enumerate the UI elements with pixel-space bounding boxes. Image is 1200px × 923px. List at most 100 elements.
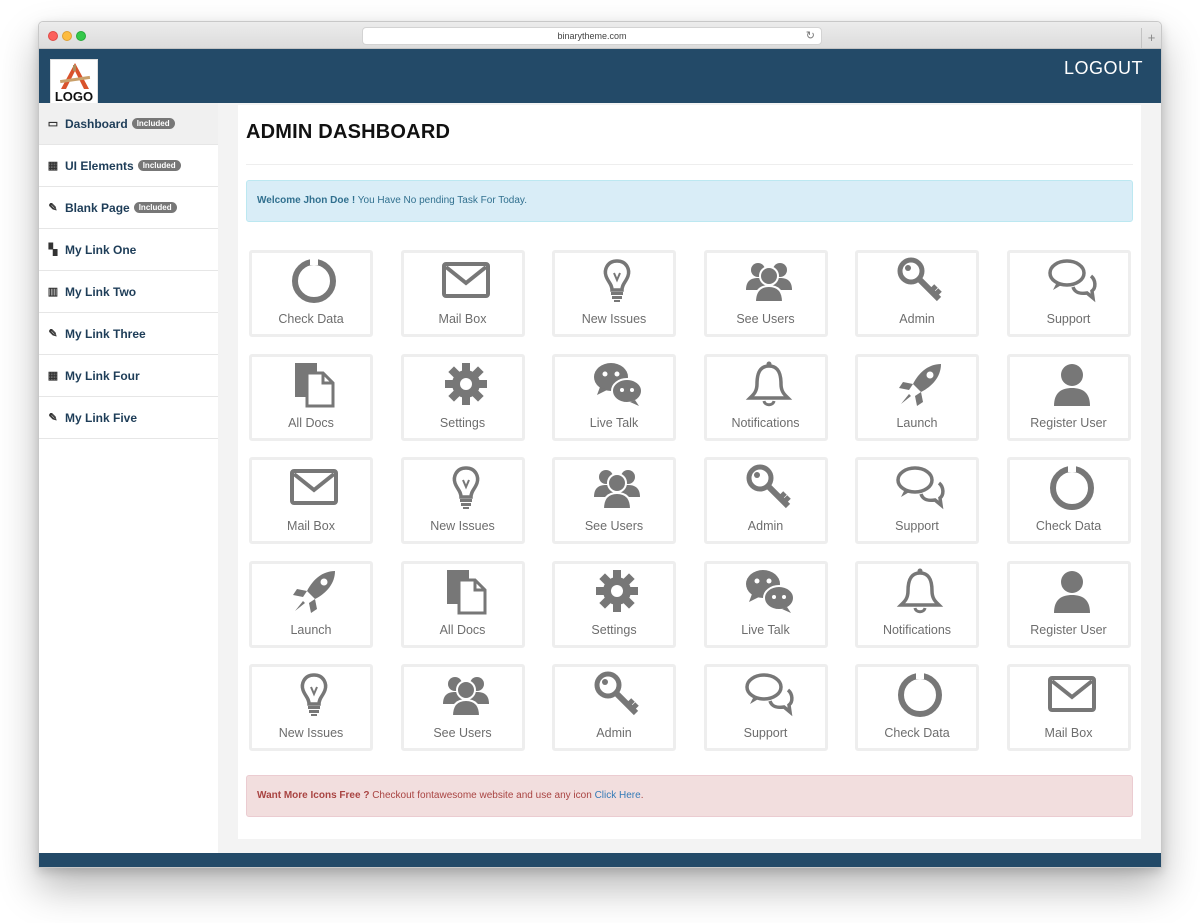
users-icon	[745, 263, 792, 303]
tile-label: Register User	[1030, 622, 1107, 637]
welcome-text: You Have No pending Task For Today.	[357, 195, 527, 206]
tile-support[interactable]: Support	[1006, 250, 1131, 337]
tile-label: New Issues	[278, 726, 344, 740]
user-icon	[1053, 570, 1090, 613]
tile-admin[interactable]: Admin	[552, 664, 676, 751]
tile-admin[interactable]: Admin	[703, 457, 828, 544]
tile-mail-box[interactable]: Mail Box	[249, 457, 373, 544]
comments-icon	[1047, 259, 1097, 303]
sidebar-item-label: My Link Two	[65, 284, 137, 299]
tile-check-data[interactable]: Check Data	[855, 664, 979, 751]
sidebar-item-label: Dashboard	[65, 116, 128, 131]
tile-label: Settings	[439, 415, 486, 430]
url-text: binarytheme.com	[557, 31, 627, 41]
minimize-window-button[interactable]	[62, 31, 72, 41]
sidebar-item-my-link-two[interactable]: ▥ My Link Two	[39, 271, 218, 313]
tile-new-issues[interactable]: New Issues	[249, 664, 373, 751]
bar-chart-icon: ▥	[47, 286, 59, 298]
tile-launch[interactable]: Launch	[249, 560, 373, 648]
tile-support[interactable]: Support	[703, 664, 828, 751]
sidebar-item-dashboard[interactable]: ▭ Dashboard Included	[39, 103, 218, 145]
tile-live-talk[interactable]: Live Talk	[703, 560, 828, 648]
included-badge: Included	[133, 202, 177, 213]
logo[interactable]: LOGO	[50, 59, 98, 105]
tile-label: New Issues	[581, 312, 647, 326]
circle-notch-icon	[292, 256, 336, 303]
welcome-alert: Welcome Jhon Doe ! You Have No pending T…	[246, 180, 1133, 222]
tile-mail-box[interactable]: Mail Box	[1006, 664, 1131, 751]
tile-label: Support	[895, 519, 939, 533]
tile-see-users[interactable]: See Users	[400, 664, 525, 751]
zoom-window-button[interactable]	[76, 31, 86, 41]
sidebar-item-my-link-five[interactable]: ✎ My Link Five	[39, 397, 218, 439]
tile-live-talk[interactable]: Live Talk	[552, 353, 676, 441]
tile-mail-box[interactable]: Mail Box	[400, 250, 525, 337]
address-bar[interactable]: binarytheme.com ↻	[362, 27, 822, 45]
envelope-icon	[290, 469, 338, 505]
sidebar-item-label: Blank Page	[65, 200, 130, 215]
comments-icon	[896, 466, 945, 510]
sidebar-item-ui-elements[interactable]: ▦ UI Elements Included	[39, 145, 218, 187]
tile-new-issues[interactable]: New Issues	[400, 457, 525, 544]
tile-settings[interactable]: Settings	[552, 560, 676, 648]
files-icon	[446, 569, 486, 614]
tile-register-user[interactable]: Register User	[1006, 560, 1131, 648]
key-icon	[594, 671, 639, 716]
files-icon	[295, 362, 335, 407]
tile-settings[interactable]: Settings	[400, 353, 525, 441]
logo-icon	[60, 63, 91, 89]
tile-label: Live Talk	[589, 415, 639, 430]
sidebar-item-label: My Link Five	[65, 410, 138, 425]
tile-launch[interactable]: Launch	[855, 353, 979, 441]
reload-icon[interactable]: ↻	[806, 28, 815, 44]
tile-notifications[interactable]: Notifications	[855, 560, 979, 648]
key-icon	[897, 257, 942, 302]
sidebar-item-label: My Link One	[65, 242, 137, 257]
tile-all-docs[interactable]: All Docs	[249, 353, 373, 441]
tile-label: New Issues	[430, 519, 495, 533]
tile-all-docs[interactable]: All Docs	[400, 560, 525, 648]
tile-label: Check Data	[1035, 519, 1102, 533]
tile-see-users[interactable]: See Users	[703, 250, 828, 337]
tile-label: Register User	[1030, 415, 1107, 430]
rocket-icon	[293, 570, 335, 613]
user-icon	[1053, 363, 1090, 406]
new-tab-button[interactable]: +	[1141, 28, 1161, 49]
sidebar-item-my-link-three[interactable]: ✎ My Link Three	[39, 313, 218, 355]
tile-label: See Users	[736, 312, 795, 326]
sidebar-item-label: UI Elements	[65, 158, 134, 173]
tile-new-issues[interactable]: New Issues	[552, 250, 676, 337]
click-here-link[interactable]: Click Here	[595, 790, 641, 801]
top-navbar: LOGO LOGOUT	[39, 49, 1161, 105]
gear-icon	[444, 362, 487, 405]
sidebar-item-my-link-four[interactable]: ▦ My Link Four	[39, 355, 218, 397]
sidebar: ▭ Dashboard Included ▦ UI Elements Included ✎ B…	[39, 103, 218, 854]
tile-register-user[interactable]: Register User	[1006, 353, 1131, 441]
browser-window: binarytheme.com ↻ + LOGO LOGOUT ▭ Dashboa…	[38, 21, 1162, 868]
logout-link[interactable]: LOGOUT	[1064, 58, 1143, 79]
users-icon	[594, 470, 640, 510]
tile-support[interactable]: Support	[855, 457, 979, 544]
envelope-icon	[1047, 676, 1096, 712]
more-icons-alert: Want More Icons Free ? Checkout fontawes…	[246, 775, 1133, 817]
sidebar-item-my-link-one[interactable]: ▚ My Link One	[39, 229, 218, 271]
tile-see-users[interactable]: See Users	[552, 457, 676, 544]
sidebar-item-blank-page[interactable]: ✎ Blank Page Included	[39, 187, 218, 229]
close-window-button[interactable]	[48, 31, 58, 41]
gear-icon	[596, 569, 638, 612]
sidebar-item-label: My Link Four	[65, 368, 140, 383]
tile-check-data[interactable]: Check Data	[1006, 457, 1131, 544]
tile-label: Check Data	[278, 312, 344, 326]
more-icons-text: Checkout fontawesome website and use any…	[372, 790, 592, 801]
tile-label: Admin	[596, 726, 632, 740]
tile-label: Mail Box	[287, 519, 335, 533]
tile-notifications[interactable]: Notifications	[703, 353, 828, 441]
desktop-icon: ▭	[47, 118, 59, 130]
tile-label: See Users	[433, 726, 492, 740]
tile-check-data[interactable]: Check Data	[249, 250, 373, 337]
edit-icon: ✎	[48, 202, 58, 214]
tile-admin[interactable]: Admin	[855, 250, 979, 337]
lightbulb-icon	[452, 466, 479, 509]
bell-icon	[745, 361, 792, 406]
wechat-icon	[594, 362, 642, 406]
